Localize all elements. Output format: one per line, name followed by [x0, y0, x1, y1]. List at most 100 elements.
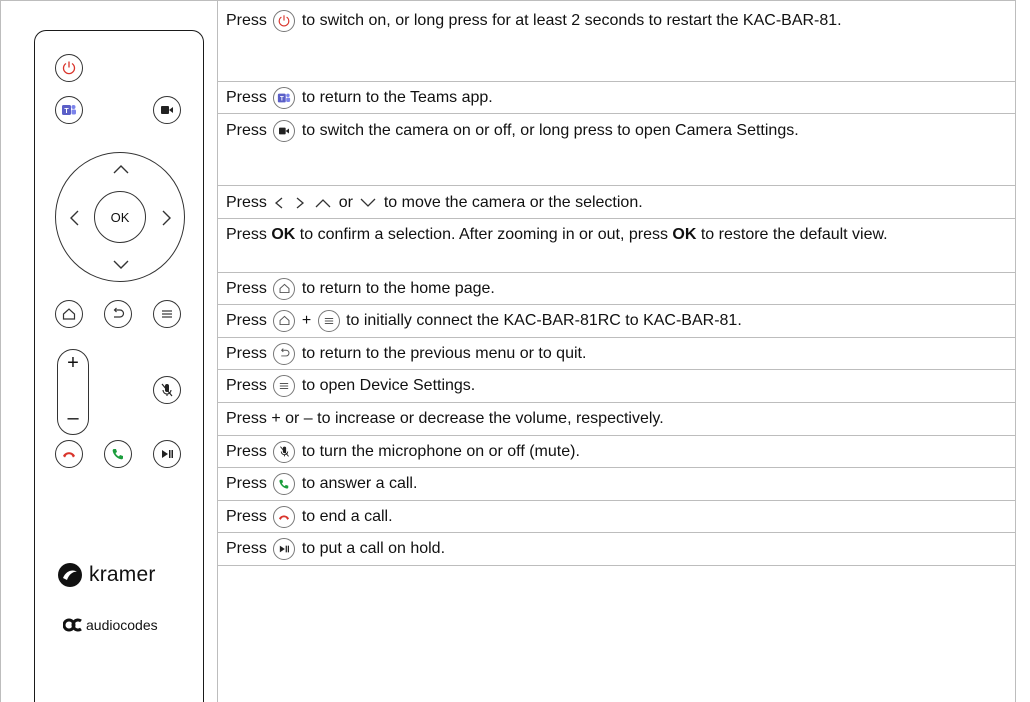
remote-power-button: [55, 54, 83, 82]
row-text: Press: [226, 194, 267, 211]
row-divider: [217, 369, 1015, 370]
row-text: Press: [226, 345, 267, 362]
row-text: Press: [226, 89, 267, 106]
row-back: Press to return to the previous menu or …: [226, 342, 1011, 365]
row-text: +: [301, 312, 312, 329]
row-text: to move the camera or the selection.: [383, 194, 643, 211]
remote-volume-rocker: + –: [57, 349, 89, 435]
row-text: to open Device Settings.: [301, 377, 476, 394]
row-divider: [217, 337, 1015, 338]
row-text: Press: [226, 12, 267, 29]
camera-icon: [273, 119, 296, 142]
mute-icon: [161, 383, 173, 397]
row-home: Press to return to the home page.: [226, 277, 1011, 300]
row-answer: Press to answer a call.: [226, 472, 1011, 495]
play-pause-icon: [162, 450, 173, 458]
volume-up-label: +: [67, 352, 79, 374]
row-text: to switch the camera on or off, or long …: [301, 122, 799, 139]
row-text: Press: [226, 475, 267, 492]
row-divider: [217, 81, 1015, 82]
row-mute: Press to turn the microphone on or off (…: [226, 440, 1011, 463]
kramer-brand-text: kramer: [89, 563, 156, 586]
row-teams: Press T to return to the Teams app.: [226, 86, 1011, 109]
menu-icon: [273, 374, 296, 397]
answer-call-icon: [273, 472, 296, 495]
row-text: to return to the Teams app.: [301, 89, 493, 106]
row-divider: [217, 500, 1015, 501]
row-text: to answer a call.: [301, 475, 418, 492]
remote-menu-button: [153, 300, 181, 328]
power-icon: [62, 61, 76, 75]
row-ok: Press OK to confirm a selection. After z…: [226, 223, 1011, 246]
kramer-logo-icon: [58, 563, 82, 587]
remote-mute-button: [153, 376, 181, 404]
remote-end-call-button: [55, 440, 83, 468]
row-text: to switch on, or long press for at least…: [301, 12, 842, 29]
chevron-up-icon: [113, 165, 129, 174]
row-text: to return to the previous menu or to qui…: [301, 345, 587, 362]
table-border-right: [1015, 0, 1016, 702]
row-text: Press: [226, 377, 267, 394]
audiocodes-brand-text: audiocodes: [86, 617, 158, 633]
end-call-icon: [63, 452, 75, 458]
chevron-down-icon: [360, 198, 376, 207]
row-text: to turn the microphone on or off (mute).: [301, 443, 580, 460]
row-end: Press to end a call.: [226, 505, 1011, 528]
menu-icon: [317, 309, 340, 332]
row-volume: Press + or – to increase or decrease the…: [226, 407, 1011, 430]
remote-answer-call-button: [104, 440, 132, 468]
row-text: to return to the home page.: [301, 280, 495, 297]
row-text: Press + or – to increase or decrease the…: [226, 410, 664, 427]
row-text: Press: [226, 443, 267, 460]
teams-icon: T: [62, 105, 76, 115]
row-text: Press: [226, 226, 272, 243]
home-icon: [273, 309, 296, 332]
remote-home-button: [55, 300, 83, 328]
audiocodes-logo: audiocodes: [63, 617, 158, 633]
back-icon: [113, 307, 125, 318]
row-text: to restore the default view.: [696, 226, 888, 243]
chevron-right-icon: [162, 210, 171, 226]
ok-bold: OK: [672, 226, 697, 243]
answer-call-icon: [112, 449, 123, 460]
chevron-right-icon: [296, 197, 304, 209]
chevron-up-icon: [315, 198, 331, 208]
remote-dpad: OK: [55, 152, 185, 282]
end-call-icon: [273, 505, 296, 528]
mute-icon: [273, 440, 296, 463]
row-text: to initially connect the KAC-BAR-81RC to…: [346, 312, 742, 329]
table-column-divider: [217, 0, 218, 702]
row-divider: [217, 402, 1015, 403]
row-divider: [217, 435, 1015, 436]
remote-teams-button: T: [55, 96, 83, 124]
row-hold: Press to put a call on hold.: [226, 537, 1011, 560]
row-text: to put a call on hold.: [301, 540, 446, 557]
audiocodes-logo-icon: [63, 618, 82, 632]
ok-bold: OK: [271, 226, 296, 243]
table-border-left: [0, 0, 1, 702]
row-menu: Press to open Device Settings.: [226, 374, 1011, 397]
remote-ok-button: OK: [94, 191, 146, 243]
play-pause-icon: [273, 537, 296, 560]
row-text: Press: [226, 122, 267, 139]
row-text: or: [338, 194, 353, 211]
remote-control-illustration: T OK + – kramer audiocodes: [34, 30, 204, 702]
teams-icon: T: [273, 86, 296, 109]
menu-icon: [162, 310, 172, 318]
row-divider: [217, 185, 1015, 186]
table-border-top: [0, 0, 1016, 1]
chevron-down-icon: [113, 260, 129, 269]
chevron-left-icon: [70, 210, 79, 226]
row-text: Press: [226, 540, 267, 557]
row-text: Press: [226, 280, 267, 297]
row-arrows: Press or to move the camera or the selec…: [226, 191, 1011, 214]
row-divider: [217, 272, 1015, 273]
back-icon: [273, 342, 296, 365]
kramer-logo: kramer: [57, 562, 156, 588]
row-divider: [217, 113, 1015, 114]
remote-camera-button: [153, 96, 181, 124]
remote-back-button: [104, 300, 132, 328]
row-text: Press: [226, 508, 267, 525]
row-text: Press: [226, 312, 267, 329]
row-text: to confirm a selection. After zooming in…: [295, 226, 673, 243]
